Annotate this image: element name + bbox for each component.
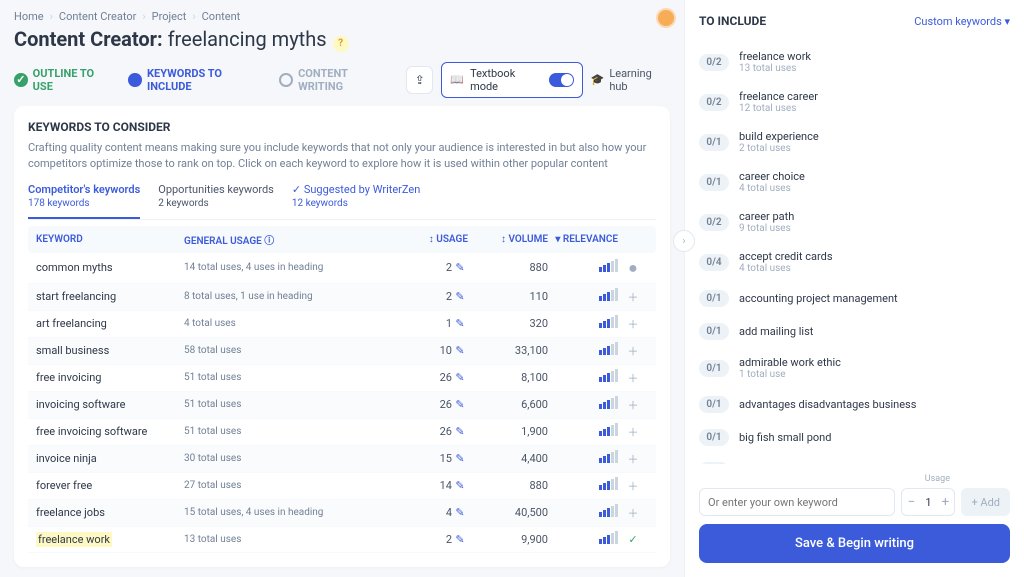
crumb-project[interactable]: Project [152, 10, 187, 23]
add-keyword-icon[interactable]: ＋ [618, 451, 648, 467]
add-keyword-icon[interactable]: ＋ [618, 424, 648, 440]
added-icon[interactable]: ✓ [618, 533, 648, 546]
table-row[interactable]: forever free 27 total uses 14 ✎ 880 ＋ [28, 473, 656, 500]
custom-keywords-dropdown[interactable]: Custom keywords ▾ [914, 15, 1010, 28]
highlight-icon[interactable]: ● [618, 258, 648, 278]
stepper-plus[interactable]: + [936, 489, 954, 515]
include-item[interactable]: 0/2 freelance career12 total uses [699, 82, 1010, 122]
include-item[interactable]: 0/1 add mailing list [699, 315, 1010, 348]
stepper-minus[interactable]: − [902, 489, 920, 515]
breadcrumb: Home› Content Creator› Project› Content [14, 10, 670, 23]
table-row[interactable]: common myths 14 total uses, 4 uses in he… [28, 253, 656, 284]
table-row[interactable]: invoicing software 51 total uses 26 ✎ 6,… [28, 392, 656, 419]
edit-icon[interactable]: ✎ [452, 290, 468, 303]
count-badge: 0/1 [699, 360, 729, 377]
count-badge: 0/1 [699, 134, 729, 151]
table-row[interactable]: freelance work 13 total uses 2 ✎ 9,900 ✓ [28, 527, 656, 553]
count-badge: 0/2 [699, 214, 729, 231]
table-row[interactable]: free invoicing 51 total uses 26 ✎ 8,100 … [28, 365, 656, 392]
share-icon[interactable]: ⇪ [406, 66, 433, 94]
add-keyword-icon[interactable]: ＋ [618, 289, 648, 305]
keyword-input[interactable] [699, 488, 895, 516]
add-keyword-icon[interactable]: ＋ [618, 343, 648, 359]
edit-icon[interactable]: ✎ [452, 398, 468, 411]
count-badge: 0/1 [699, 323, 729, 340]
edit-icon[interactable]: ✎ [452, 371, 468, 384]
table-row[interactable]: start freelancing 8 total uses, 1 use in… [28, 284, 656, 311]
add-keyword-icon[interactable]: ＋ [618, 505, 648, 521]
count-badge: 0/1 [699, 396, 729, 413]
edit-icon[interactable]: ✎ [452, 425, 468, 438]
table-row[interactable]: small business 58 total uses 10 ✎ 33,100… [28, 338, 656, 365]
edit-icon[interactable]: ✎ [452, 317, 468, 330]
edit-icon[interactable]: ✎ [452, 261, 468, 274]
include-item[interactable]: 0/4 accept credit cards4 total uses [699, 242, 1010, 282]
edit-icon[interactable]: ✎ [452, 344, 468, 357]
tab-competitor[interactable]: Competitor's keywords178 keywords [28, 183, 140, 219]
card-desc: Crafting quality content means making su… [28, 140, 656, 173]
table-row[interactable]: invoice ninja 30 total uses 15 ✎ 4,400 ＋ [28, 446, 656, 473]
step-writing[interactable]: CONTENT WRITING [279, 67, 392, 93]
count-badge: 0/2 [699, 54, 729, 71]
add-keyword-icon[interactable]: ＋ [618, 397, 648, 413]
include-item[interactable]: 0/1 big fish small pond [699, 421, 1010, 454]
side-title: TO INCLUDE [699, 14, 766, 28]
usage-stepper[interactable]: − 1 + [901, 488, 955, 516]
learning-hub-link[interactable]: 🎓 Learning hub [591, 67, 670, 93]
include-item[interactable]: 0/2 freelance work13 total uses [699, 42, 1010, 82]
tab-opportunities[interactable]: Opportunities keywords2 keywords [158, 183, 274, 219]
collapse-panel-icon[interactable]: › [673, 230, 695, 252]
edit-icon[interactable]: ✎ [452, 452, 468, 465]
crumb-content[interactable]: Content [202, 10, 241, 23]
table-row[interactable]: freelance jobs 15 total uses, 4 uses in … [28, 500, 656, 527]
table-row[interactable]: freelance career 12 total uses 2 ✎ 480 ✓ [28, 553, 656, 554]
step-keywords[interactable]: KEYWORDS TO INCLUDE [128, 67, 265, 93]
include-item[interactable]: 0/1 advantages disadvantages business [699, 388, 1010, 421]
step-outline[interactable]: ✓OUTLINE TO USE [14, 67, 114, 93]
add-button[interactable]: + Add [961, 488, 1010, 516]
count-badge: 0/4 [699, 254, 729, 271]
count-badge: 0/1 [699, 174, 729, 191]
table-row[interactable]: free invoicing software 51 total uses 26… [28, 419, 656, 446]
crumb-home[interactable]: Home [14, 10, 44, 23]
edit-icon[interactable]: ✎ [452, 533, 468, 546]
table-header: KEYWORD GENERAL USAGE ⓘ ↕ USAGE ↕ VOLUME… [28, 226, 656, 253]
crumb-cc[interactable]: Content Creator [59, 10, 136, 23]
include-item[interactable]: 0/2 career path9 total uses [699, 202, 1010, 242]
add-keyword-icon[interactable]: ＋ [618, 316, 648, 332]
save-begin-button[interactable]: Save & Begin writing [699, 524, 1010, 563]
avatar[interactable] [656, 8, 676, 28]
include-item[interactable]: 0/1 career choice4 total uses [699, 162, 1010, 202]
info-icon[interactable]: ? [333, 36, 349, 52]
add-keyword-icon[interactable]: ＋ [618, 478, 648, 494]
tab-suggested[interactable]: ✓ Suggested by WriterZen12 keywords [292, 183, 420, 219]
card-title: KEYWORDS TO CONSIDER [28, 120, 656, 134]
table-row[interactable]: art freelancing 4 total uses 1 ✎ 320 ＋ [28, 311, 656, 338]
count-badge: 0/1 [699, 429, 729, 446]
include-item[interactable]: 0/1 admirable work ethic1 total use [699, 348, 1010, 388]
count-badge: 0/1 [699, 290, 729, 307]
include-item[interactable]: 0/1 accounting project management [699, 282, 1010, 315]
textbook-mode-toggle[interactable]: 📖 Textbook mode [441, 62, 582, 98]
edit-icon[interactable]: ✎ [452, 479, 468, 492]
count-badge: 0/2 [699, 94, 729, 111]
add-keyword-icon[interactable]: ＋ [618, 370, 648, 386]
page-title: Content Creator: freelancing myths? [14, 27, 670, 52]
include-item[interactable]: 0/1 build experience2 total uses [699, 122, 1010, 162]
include-item[interactable]: 0/7 invoicing software small business [699, 454, 1010, 464]
edit-icon[interactable]: ✎ [452, 506, 468, 519]
